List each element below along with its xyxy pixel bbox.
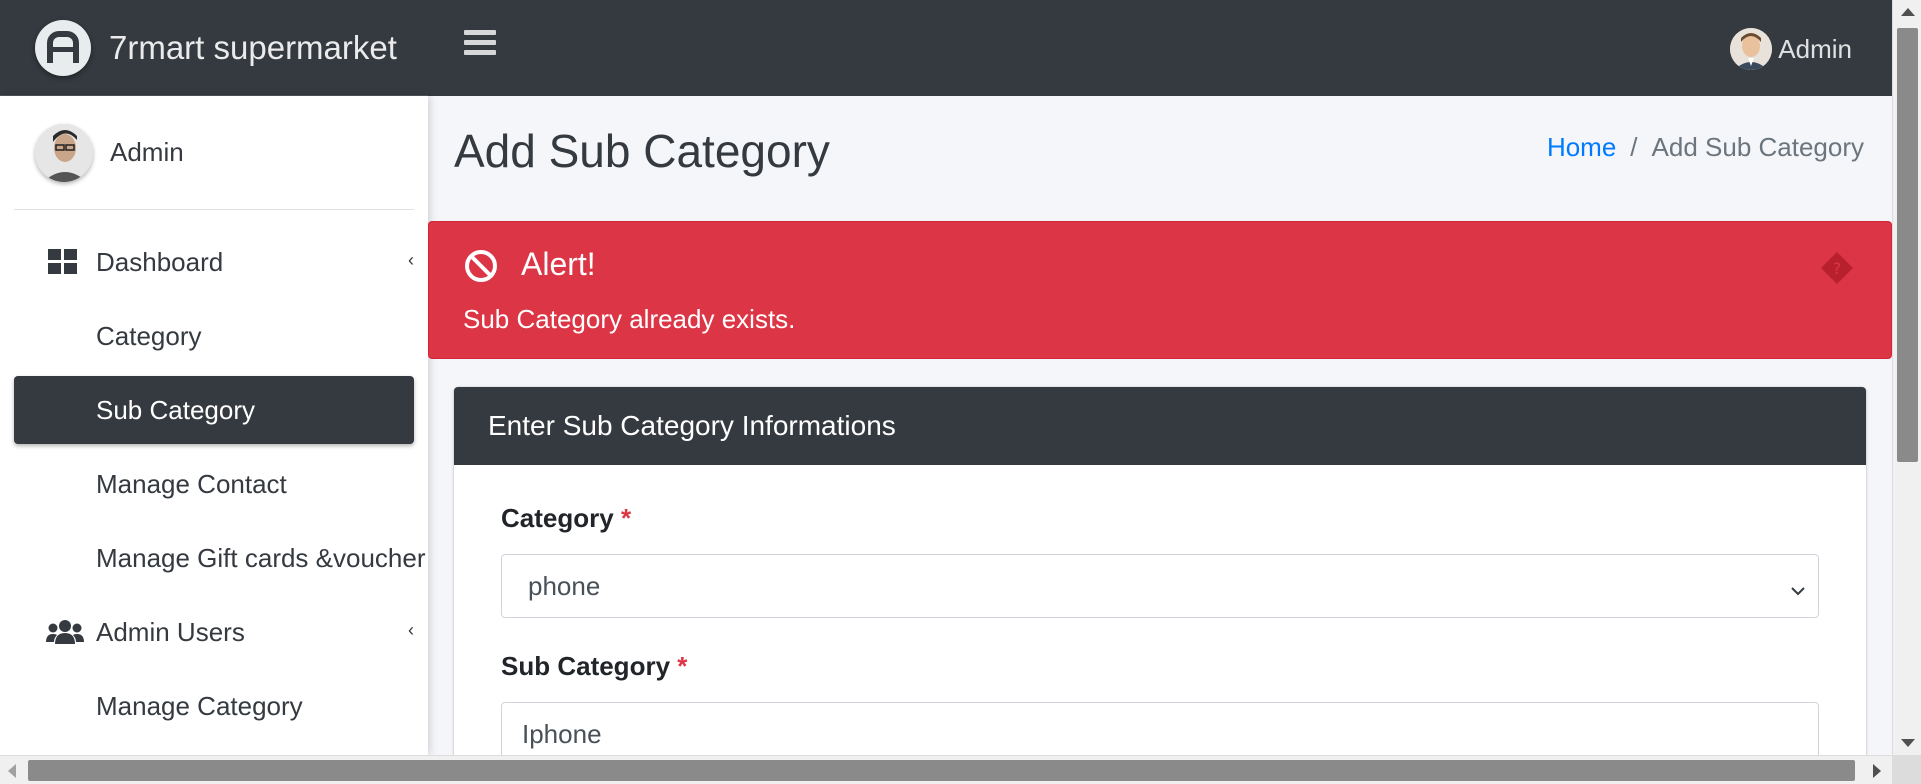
- card-header: Enter Sub Category Informations: [454, 387, 1866, 465]
- scroll-up-icon[interactable]: [1901, 8, 1915, 16]
- sidebar-item-manage-gift-cards[interactable]: Manage Gift cards &voucher: [14, 524, 426, 592]
- ban-icon: [463, 248, 499, 284]
- top-user-name: Admin: [1778, 33, 1852, 64]
- sidebar-item-label: Manage Gift cards &voucher: [96, 542, 426, 573]
- sidebar-item-admin-users[interactable]: Admin Users ‹: [14, 598, 414, 666]
- category-label-text: Category: [501, 503, 614, 533]
- chevron-left-icon: ‹: [408, 250, 414, 270]
- required-mark: *: [620, 503, 632, 533]
- scrollbar-corner: [1892, 755, 1921, 784]
- users-icon: [46, 618, 84, 646]
- sidebar-item-label: Sub Category: [96, 394, 255, 425]
- sidebar-item-label: Admin Users: [96, 616, 245, 647]
- top-navbar: 7rmart supermarket Admin: [0, 0, 1892, 96]
- subcategory-input-value: Iphone: [522, 718, 602, 749]
- main-content: Add Sub Category Home / Add Sub Category…: [428, 96, 1892, 784]
- breadcrumb: Home / Add Sub Category: [1547, 132, 1864, 163]
- brand-link[interactable]: 7rmart supermarket: [0, 0, 428, 96]
- sidebar: Admin Dashboard ‹ Category Sub Category …: [0, 96, 428, 755]
- required-mark: *: [677, 651, 688, 681]
- sidebar-nav: Dashboard ‹ Category Sub Category Manage…: [0, 210, 428, 740]
- sidebar-user-name: Admin: [110, 137, 184, 167]
- breadcrumb-home-link[interactable]: Home: [1547, 132, 1616, 163]
- category-select[interactable]: phone: [501, 554, 1819, 618]
- alert-message: Sub Category already exists.: [463, 304, 796, 334]
- top-user-menu[interactable]: Admin: [1730, 28, 1852, 70]
- scroll-right-icon[interactable]: [1873, 764, 1881, 778]
- breadcrumb-separator: /: [1630, 132, 1638, 162]
- user-panel[interactable]: Admin: [14, 96, 414, 210]
- sidebar-item-label: Manage Category: [96, 690, 303, 721]
- vertical-scrollbar[interactable]: [1892, 0, 1921, 755]
- chevron-left-icon: ‹: [408, 620, 414, 640]
- error-alert: Alert! Sub Category already exists. ?: [428, 221, 1892, 359]
- subcategory-form-card: Enter Sub Category Informations Category…: [454, 387, 1866, 784]
- breadcrumb-current: Add Sub Category: [1651, 132, 1864, 162]
- adminlte-logo-icon: [35, 19, 91, 76]
- sidebar-item-label: Category: [96, 320, 202, 351]
- horizontal-scroll-thumb[interactable]: [28, 760, 1855, 781]
- help-close-icon[interactable]: ?: [1819, 250, 1855, 286]
- chevron-down-icon: [1788, 577, 1808, 597]
- svg-text:?: ?: [1833, 259, 1842, 278]
- sidebar-item-label: Dashboard: [96, 246, 224, 277]
- sidebar-item-sub-category[interactable]: Sub Category: [14, 376, 414, 444]
- avatar: [35, 123, 93, 182]
- category-select-value: phone: [528, 570, 601, 601]
- top-avatar: [1730, 28, 1773, 70]
- sidebar-item-manage-category[interactable]: Manage Category: [14, 672, 414, 740]
- subcategory-label: Sub Category *: [501, 651, 687, 682]
- category-label: Category *: [501, 503, 631, 534]
- vertical-scroll-thumb[interactable]: [1897, 28, 1918, 462]
- brand-name: 7rmart supermarket: [109, 28, 397, 66]
- horizontal-scrollbar[interactable]: [0, 755, 1921, 784]
- dashboard-icon: [46, 248, 80, 276]
- menu-toggle-icon[interactable]: [464, 30, 496, 62]
- sidebar-item-label: Manage Contact: [96, 468, 287, 499]
- sidebar-item-dashboard[interactable]: Dashboard ‹: [14, 228, 414, 296]
- alert-title: Alert!: [521, 246, 596, 282]
- sidebar-item-manage-contact[interactable]: Manage Contact: [14, 450, 414, 518]
- subcategory-label-text: Sub Category: [501, 651, 671, 681]
- page-title: Add Sub Category: [454, 125, 830, 177]
- sidebar-item-category[interactable]: Category: [14, 302, 414, 370]
- scroll-left-icon[interactable]: [8, 764, 16, 778]
- scroll-down-icon[interactable]: [1901, 739, 1915, 747]
